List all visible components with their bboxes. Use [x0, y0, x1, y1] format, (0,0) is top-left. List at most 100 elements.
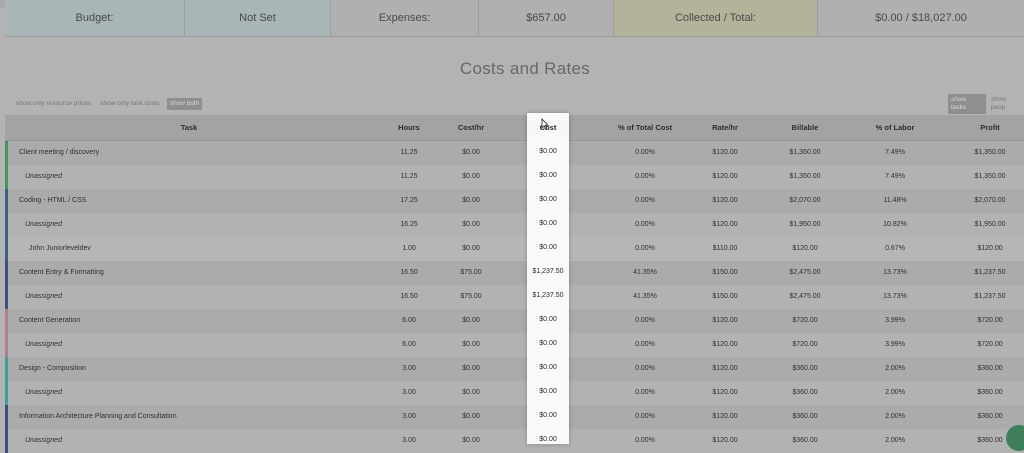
- row-color-stripe: [5, 429, 8, 453]
- cost-cell: $0.00: [539, 148, 557, 155]
- hours-cell: 11.25: [400, 173, 418, 180]
- cost-cell: $0.00: [539, 340, 557, 347]
- row-color-stripe: [5, 213, 8, 237]
- project-summary-bar: Budget: Not Set Expenses: $657.00 Collec…: [5, 0, 1024, 37]
- profit-cell: $360.00: [977, 437, 1003, 444]
- pct-total-cost-cell: 0.00%: [635, 197, 655, 204]
- table-row[interactable]: Unassigned 6.00 $0.00 0.00% $120.00 $720…: [5, 333, 1024, 357]
- cost-hr-cell: $75.00: [460, 269, 482, 276]
- show-people-button[interactable]: show peop: [989, 94, 1024, 114]
- hours-cell: 3.00: [402, 365, 416, 372]
- billable-cell: $1,950.00: [789, 221, 821, 228]
- task-name: Information Architecture Planning and Co…: [19, 413, 177, 420]
- cost-hr-cell: $0.00: [462, 317, 480, 324]
- row-color-stripe: [5, 237, 8, 261]
- assignee-name: Unassigned: [25, 173, 62, 180]
- task-name: Content Entry & Formatting: [19, 269, 104, 276]
- column-header-profit[interactable]: Profit: [980, 123, 1000, 132]
- show-resource-prices-button[interactable]: show only resource prices: [14, 98, 93, 110]
- task-name: Coding - HTML / CSS: [19, 197, 87, 204]
- cost-hr-cell: $0.00: [462, 389, 480, 396]
- table-row[interactable]: Client meeting / discovery 11.25 $0.00 0…: [5, 141, 1024, 165]
- row-color-stripe: [5, 405, 8, 429]
- table-row[interactable]: Unassigned 16.25 $0.00 0.00% $120.00 $1,…: [5, 213, 1024, 237]
- billable-cell: $720.00: [792, 317, 818, 324]
- task-name: Content Generation: [19, 317, 81, 324]
- expenses-value: $657.00: [479, 0, 614, 37]
- view-filter-group: show only resource prices show only task…: [14, 98, 203, 110]
- rate-hr-cell: $150.00: [712, 269, 738, 276]
- rate-hr-cell: $120.00: [712, 149, 738, 156]
- cost-hr-cell: $0.00: [462, 221, 480, 228]
- table-row[interactable]: Unassigned 11.25 $0.00 0.00% $120.00 $1,…: [5, 165, 1024, 189]
- column-header-pct-total-cost[interactable]: % of Total Cost: [618, 123, 672, 132]
- hours-cell: 16.50: [400, 293, 418, 300]
- hours-cell: 1.00: [402, 245, 416, 252]
- cost-cell: $0.00: [539, 436, 557, 443]
- pct-total-cost-cell: 41.35%: [633, 293, 657, 300]
- billable-cell: $360.00: [792, 389, 818, 396]
- column-header-hours[interactable]: Hours: [398, 123, 420, 132]
- cost-hr-cell: $0.00: [462, 341, 480, 348]
- section-title: Costs and Rates: [459, 59, 591, 78]
- table-row[interactable]: Design - Composition 3.00 $0.00 0.00% $1…: [5, 357, 1024, 381]
- row-color-stripe: [5, 261, 8, 285]
- pct-labor-cell: 2.00%: [885, 413, 905, 420]
- pct-labor-cell: 3.99%: [885, 341, 905, 348]
- hours-cell: 6.00: [402, 341, 416, 348]
- budget-value: Not Set: [185, 0, 331, 37]
- cost-hr-cell: $75.00: [460, 293, 482, 300]
- rate-hr-cell: $110.00: [712, 245, 738, 252]
- rate-hr-cell: $120.00: [712, 317, 738, 324]
- column-header-billable[interactable]: Billable: [792, 123, 819, 132]
- cost-cell: $0.00: [539, 412, 557, 419]
- cost-hr-cell: $0.00: [462, 173, 480, 180]
- pct-total-cost-cell: 0.00%: [635, 245, 655, 252]
- table-row[interactable]: Information Architecture Planning and Co…: [5, 405, 1024, 429]
- table-row[interactable]: Unassigned 16.50 $75.00 41.35% $150.00 $…: [5, 285, 1024, 309]
- show-both-button[interactable]: show both: [166, 98, 203, 110]
- assignee-name: Unassigned: [25, 293, 62, 300]
- pct-total-cost-cell: 0.00%: [635, 389, 655, 396]
- cost-cell: $0.00: [539, 388, 557, 395]
- row-color-stripe: [5, 333, 8, 357]
- pct-total-cost-cell: 0.00%: [635, 341, 655, 348]
- rate-hr-cell: $120.00: [712, 437, 738, 444]
- rate-hr-cell: $120.00: [712, 221, 738, 228]
- table-row[interactable]: Content Entry & Formatting 16.50 $75.00 …: [5, 261, 1024, 285]
- table-row[interactable]: John Juniorleveldev 1.00 $0.00 0.00% $11…: [5, 237, 1024, 261]
- assignee-name: John Juniorleveldev: [29, 245, 91, 252]
- column-header-rate-hr[interactable]: Rate/hr: [712, 123, 738, 132]
- show-task-costs-button[interactable]: show only task costs: [98, 98, 162, 110]
- column-header-pct-labor[interactable]: % of Labor: [876, 123, 915, 132]
- pct-labor-cell: 7.49%: [885, 173, 905, 180]
- pct-labor-cell: 10.82%: [883, 221, 907, 228]
- row-color-stripe: [5, 381, 8, 405]
- table-row[interactable]: Content Generation 6.00 $0.00 0.00% $120…: [5, 309, 1024, 333]
- pct-labor-cell: 2.00%: [885, 389, 905, 396]
- rate-hr-cell: $150.00: [712, 293, 738, 300]
- hours-cell: 6.00: [402, 317, 416, 324]
- expenses-label: Expenses:: [331, 0, 479, 37]
- pct-total-cost-cell: 41.35%: [633, 269, 657, 276]
- column-header-cost-hr[interactable]: Cost/hr: [458, 123, 484, 132]
- cost-cell: $0.00: [539, 172, 557, 179]
- show-tasks-button[interactable]: show tasks: [948, 94, 986, 114]
- rate-hr-cell: $120.00: [712, 197, 738, 204]
- table-row[interactable]: Unassigned 3.00 $0.00 0.00% $120.00 $360…: [5, 429, 1024, 453]
- billable-cell: $1,350.00: [789, 173, 821, 180]
- collected-value: $0.00 / $18,027.00: [818, 0, 1024, 37]
- rate-hr-cell: $120.00: [712, 413, 738, 420]
- row-color-stripe: [5, 357, 8, 381]
- table-row[interactable]: Unassigned 3.00 $0.00 0.00% $120.00 $360…: [5, 381, 1024, 405]
- column-header-task[interactable]: Task: [181, 123, 198, 132]
- pct-total-cost-cell: 0.00%: [635, 413, 655, 420]
- billable-cell: $2,475.00: [789, 293, 821, 300]
- cost-cell: $0.00: [539, 196, 557, 203]
- assignee-name: Unassigned: [25, 389, 62, 396]
- table-row[interactable]: Coding - HTML / CSS 17.25 $0.00 0.00% $1…: [5, 189, 1024, 213]
- row-color-stripe: [5, 165, 8, 189]
- billable-cell: $120.00: [792, 245, 818, 252]
- rate-hr-cell: $120.00: [712, 365, 738, 372]
- row-color-stripe: [5, 309, 8, 333]
